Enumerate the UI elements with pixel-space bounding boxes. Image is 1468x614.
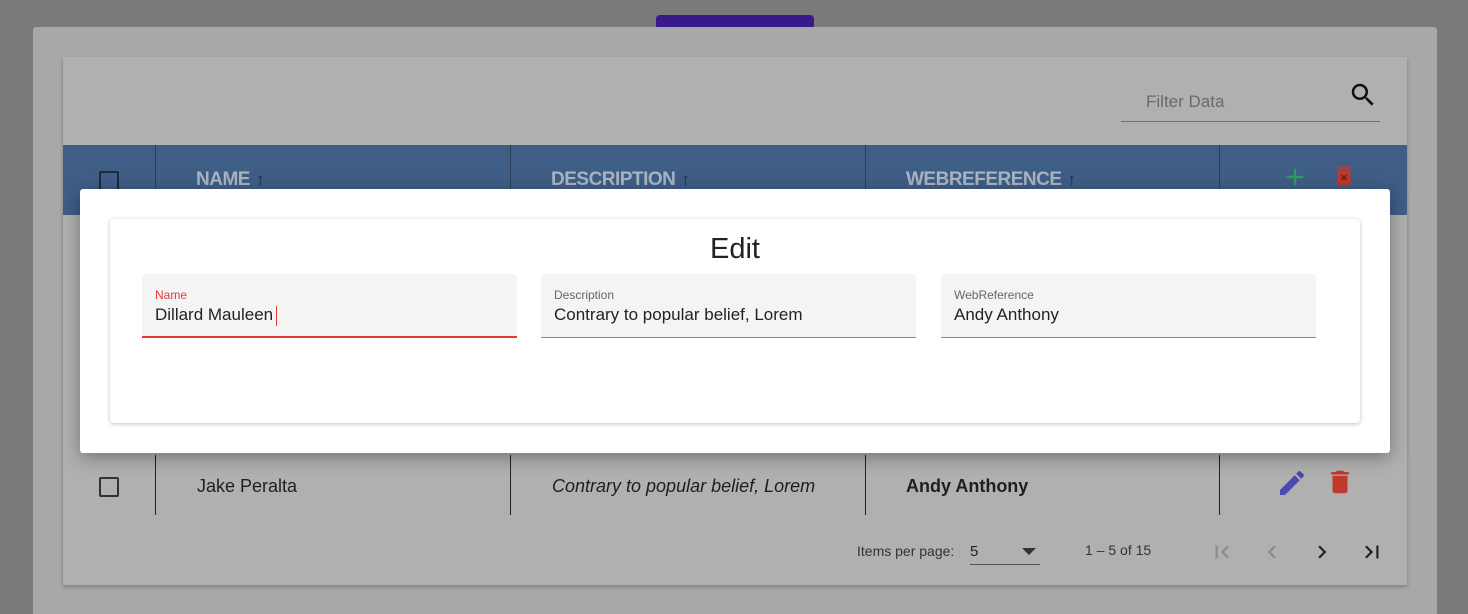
edit-dialog: Edit Name Description WebReference xyxy=(80,189,1390,453)
previous-page-icon[interactable] xyxy=(1258,539,1286,565)
column-divider xyxy=(865,455,866,515)
name-field-label: Name xyxy=(155,288,188,302)
page-size-select[interactable]: 5 xyxy=(970,538,1040,565)
webreference-field-label: WebReference xyxy=(954,288,1034,302)
header-name[interactable]: NAME ↑ xyxy=(196,169,264,191)
sort-arrow-icon: ↑ xyxy=(255,170,265,189)
add-icon[interactable] xyxy=(1281,163,1309,191)
name-input[interactable] xyxy=(155,305,500,325)
filter-input[interactable] xyxy=(1146,92,1346,112)
row-name: Jake Peralta xyxy=(197,476,298,496)
first-page-icon[interactable] xyxy=(1208,539,1236,565)
filter-field[interactable] xyxy=(1121,80,1380,122)
column-divider xyxy=(510,455,511,515)
paginator: Items per page: 5 1 – 5 of 15 xyxy=(63,530,1407,575)
header-name-label: NAME xyxy=(196,169,250,190)
edit-icon[interactable] xyxy=(1276,467,1308,499)
sort-arrow-icon: ↑ xyxy=(681,170,690,189)
description-input[interactable] xyxy=(554,305,899,325)
row-webreference: Andy Anthony xyxy=(906,476,1029,496)
page-size-value: 5 xyxy=(970,543,979,560)
search-icon[interactable] xyxy=(1348,80,1378,110)
text-caret xyxy=(276,306,277,326)
row-description: Contrary to popular belief, Lorem xyxy=(552,476,816,496)
edit-form-card: Edit Name Description WebReference xyxy=(110,219,1360,423)
header-description-label: DESCRIPTION xyxy=(551,169,676,190)
last-page-icon[interactable] xyxy=(1358,539,1386,565)
header-description[interactable]: DESCRIPTION ↑ xyxy=(551,169,690,191)
description-field-label: Description xyxy=(554,288,615,302)
description-field[interactable]: Description xyxy=(541,274,916,338)
table-row: Jake Peralta Contrary to popular belief,… xyxy=(63,455,1407,515)
delete-icon[interactable] xyxy=(1325,465,1355,499)
header-webreference-label: WEBREFERENCE xyxy=(906,169,1062,190)
select-all-checkbox[interactable] xyxy=(99,171,119,191)
column-divider xyxy=(155,455,156,515)
delete-selected-icon[interactable] xyxy=(1331,161,1357,191)
webreference-field[interactable]: WebReference xyxy=(941,274,1316,338)
name-field[interactable]: Name xyxy=(142,274,517,338)
sort-arrow-icon: ↑ xyxy=(1067,170,1077,189)
page-range-label: 1 – 5 of 15 xyxy=(1085,542,1152,558)
dialog-title: Edit xyxy=(710,233,760,265)
row-checkbox[interactable] xyxy=(99,477,119,497)
webreference-input[interactable] xyxy=(954,305,1299,325)
next-page-icon[interactable] xyxy=(1308,539,1336,565)
chevron-down-icon xyxy=(1022,548,1036,555)
items-per-page-label: Items per page: xyxy=(857,543,955,559)
column-divider xyxy=(1219,455,1220,515)
header-webreference[interactable]: WEBREFERENCE ↑ xyxy=(906,169,1076,191)
